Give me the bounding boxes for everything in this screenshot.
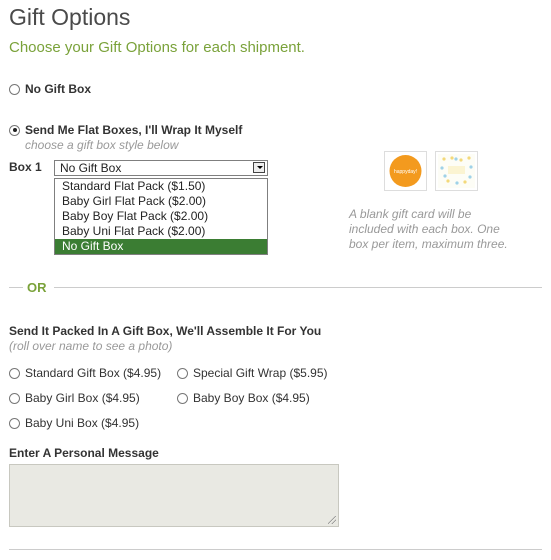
flat-boxes-option[interactable]: Send Me Flat Boxes, I'll Wrap It Myself [9,123,242,137]
baby-girl-box-label[interactable]: Baby Girl Box ($4.95) [25,391,140,405]
bottom-divider [9,549,542,550]
standard-gift-box-label[interactable]: Standard Gift Box ($4.95) [25,366,161,380]
flat-boxes-hint: choose a gift box style below [25,138,179,152]
special-gift-wrap-radio[interactable] [177,367,188,379]
baby-girl-box-option[interactable]: Baby Girl Box ($4.95) [9,391,140,405]
no-gift-box-radio[interactable] [9,83,20,95]
dropdown-option[interactable]: Standard Flat Pack ($1.50) [55,179,267,194]
orange-sticker-icon: happyday! [389,155,422,187]
standard-gift-box-radio[interactable] [9,367,20,379]
baby-boy-box-option[interactable]: Baby Boy Box ($4.95) [177,391,310,405]
baby-uni-box-radio[interactable] [9,417,20,429]
box-style-dropdown: Standard Flat Pack ($1.50) Baby Girl Fla… [54,178,268,255]
baby-uni-box-option[interactable]: Baby Uni Box ($4.95) [9,416,139,430]
svg-text:happyday!: happyday! [394,169,417,175]
baby-girl-box-radio[interactable] [9,392,20,404]
page-title: Gift Options [9,4,131,30]
gift-card-thumbnail-orange: happyday! [384,151,427,191]
gift-card-thumbnail-dots [435,151,478,191]
chevron-down-icon[interactable] [253,162,265,173]
standard-gift-box-option[interactable]: Standard Gift Box ($4.95) [9,366,161,380]
gift-card-note: A blank gift card will be included with … [349,207,508,251]
dropdown-option-selected[interactable]: No Gift Box [55,239,267,254]
assembled-hint: (roll over name to see a photo) [9,339,173,353]
baby-boy-box-label[interactable]: Baby Boy Box ($4.95) [193,391,310,405]
personal-message-label: Enter A Personal Message [9,446,159,460]
box-select-label: Box 1 [9,160,42,174]
baby-boy-box-radio[interactable] [177,392,188,404]
dropdown-option[interactable]: Baby Girl Flat Pack ($2.00) [55,194,267,209]
resize-handle-icon[interactable] [328,516,336,524]
box-style-select-value: No Gift Box [60,161,122,175]
baby-uni-box-label[interactable]: Baby Uni Box ($4.95) [25,416,139,430]
page-subtitle: Choose your Gift Options for each shipme… [9,39,305,56]
polka-dot-card-icon [438,154,475,188]
assembled-section-title: Send It Packed In A Gift Box, We'll Asse… [9,324,322,338]
box-style-select[interactable]: No Gift Box [54,160,268,176]
personal-message-textarea[interactable] [9,464,339,527]
no-gift-box-option[interactable]: No Gift Box [9,82,91,96]
dropdown-option[interactable]: Baby Uni Flat Pack ($2.00) [55,224,267,239]
flat-boxes-label: Send Me Flat Boxes, I'll Wrap It Myself [25,123,243,137]
dropdown-option[interactable]: Baby Boy Flat Pack ($2.00) [55,209,267,224]
flat-boxes-radio[interactable] [9,124,20,136]
divider-right [54,287,542,288]
special-gift-wrap-label[interactable]: Special Gift Wrap ($5.95) [193,366,328,380]
or-label: OR [27,280,47,295]
no-gift-box-label: No Gift Box [25,82,91,96]
special-gift-wrap-option[interactable]: Special Gift Wrap ($5.95) [177,366,328,380]
divider-left [9,287,23,288]
